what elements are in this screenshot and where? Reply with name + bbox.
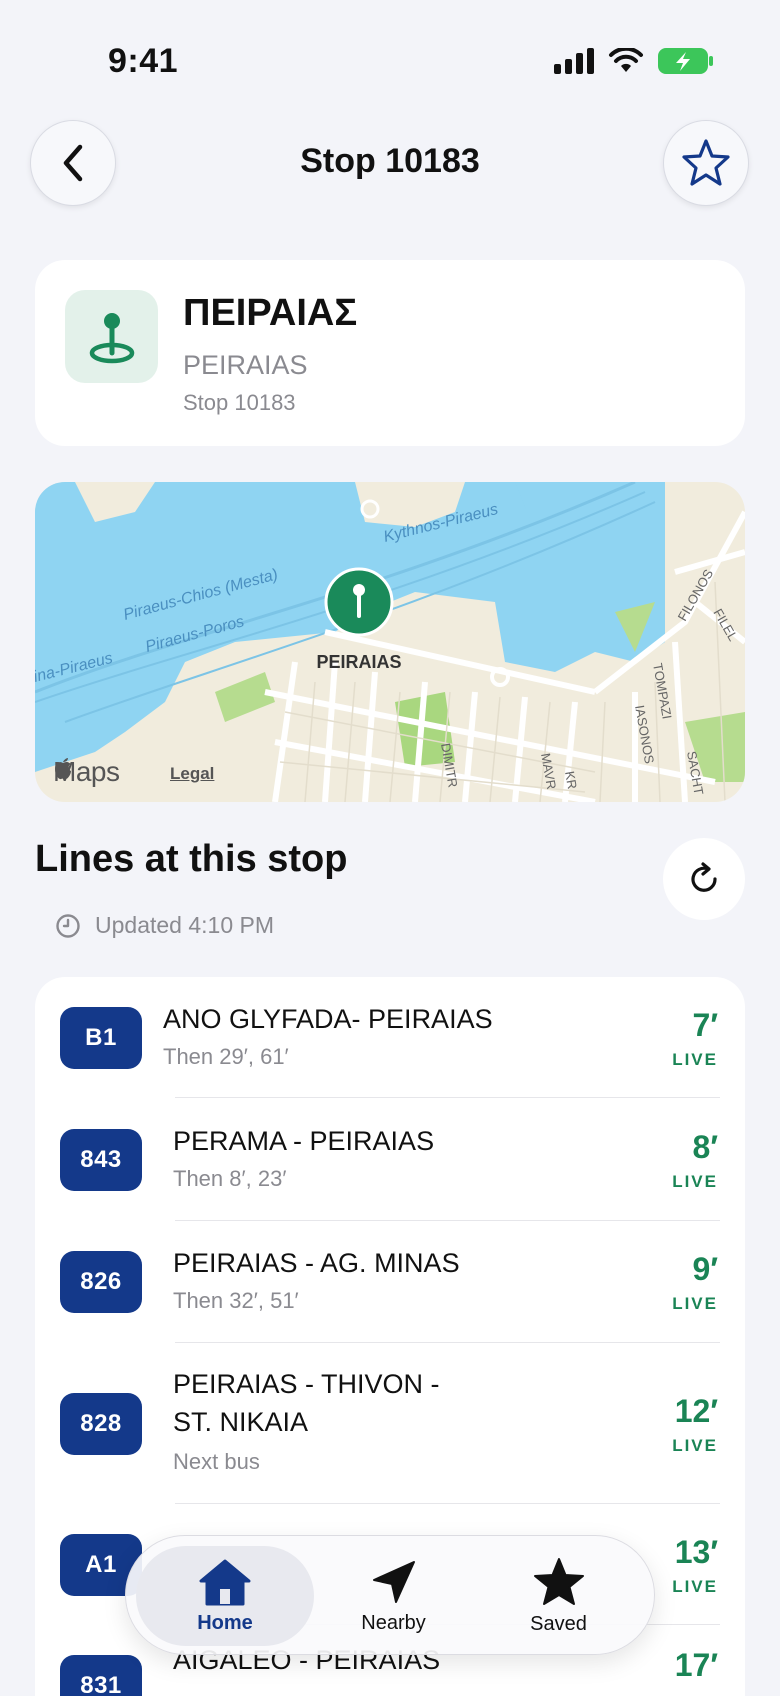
wifi-icon [609, 48, 643, 72]
status-bar: 9:41 [0, 0, 780, 120]
stop-info-card: ΠΕΙΡΑΙΑΣ PEIRAIAS Stop 10183 [35, 260, 745, 446]
live-badge: LIVE [672, 1050, 718, 1069]
stop-detail-screen: 9:41 Stop 10183 ΠΕΙΡΑΙΑΣ PEIRAIAS Stop 1… [0, 0, 780, 1696]
map-label-pin: PEIRAIAS [316, 652, 401, 672]
live-badge: LIVE [672, 1172, 718, 1191]
live-badge: LIVE [672, 1436, 718, 1455]
tab-saved-label: Saved [530, 1612, 587, 1635]
line-name: PEIRAIAS - AG. MINAS [173, 1248, 460, 1278]
line-eta: 9′ [692, 1251, 718, 1287]
maps-logo: Maps [53, 756, 120, 788]
favorite-button[interactable] [663, 120, 749, 206]
live-badge: LIVE [672, 1577, 718, 1596]
line-next-times: Then 32′, 51′ [173, 1288, 299, 1313]
clock-icon [56, 913, 80, 938]
line-name-line2: ST. NIKAIA [173, 1407, 309, 1437]
star-icon [533, 1557, 584, 1605]
line-name: PERAMA - PEIRAIAS [173, 1126, 435, 1156]
tab-bar: Home Nearby Saved [125, 1535, 655, 1655]
line-row-843[interactable]: 843 PERAMA - PEIRAIAS Then 8′, 23′ 8′ LI… [35, 1099, 745, 1219]
status-icons [554, 48, 714, 74]
battery-charging-icon [658, 48, 713, 74]
line-eta: 12′ [674, 1393, 718, 1429]
map-drawing: Kythnos-Piraeus Piraeus-Chios (Mesta) Pi… [35, 482, 745, 802]
cellular-signal-icon [554, 48, 594, 74]
tab-home[interactable]: Home [136, 1546, 314, 1646]
line-row-828[interactable]: 828 PEIRAIAS - THIVON - ST. NIKAIA Next … [35, 1343, 745, 1503]
updated-text: Updated 4:10 PM [95, 912, 275, 938]
tab-nearby[interactable]: Nearby [311, 1546, 476, 1646]
stop-name-latin: PEIRAIAS [183, 350, 308, 380]
line-eta: 17′ [674, 1647, 718, 1683]
map-label-kr: KR [562, 770, 580, 790]
live-badge: LIVE [672, 1294, 718, 1313]
line-eta: 13′ [674, 1534, 718, 1570]
stop-code: Stop 10183 [183, 390, 296, 415]
tab-nearby-label: Nearby [361, 1611, 426, 1634]
tab-home-label: Home [197, 1611, 253, 1634]
stop-icon-box [65, 290, 158, 383]
location-arrow-icon [372, 1560, 415, 1603]
line-badge: B1 [60, 1007, 142, 1069]
line-name: ANO GLYFADA- PEIRAIAS [163, 1004, 493, 1034]
legal-link[interactable]: Legal [170, 764, 214, 784]
line-badge: 828 [60, 1393, 142, 1455]
refresh-button[interactable] [663, 838, 745, 920]
line-badge: 831 [60, 1655, 142, 1696]
line-name-line1: PEIRAIAS - THIVON - [173, 1369, 440, 1399]
row-divider [175, 1097, 720, 1098]
line-badge: 826 [60, 1251, 142, 1313]
status-time: 9:41 [108, 42, 179, 80]
tab-saved[interactable]: Saved [476, 1546, 641, 1646]
line-next-times: Then 8′, 23′ [173, 1166, 287, 1191]
line-next-times: Next bus [173, 1449, 260, 1474]
map-label-filel: FILEL [710, 606, 740, 644]
lines-section-title: Lines at this stop [35, 838, 348, 880]
stop-map[interactable]: Kythnos-Piraeus Piraeus-Chios (Mesta) Pi… [35, 482, 745, 802]
line-badge: 843 [60, 1129, 142, 1191]
line-row-b1[interactable]: B1 ANO GLYFADA- PEIRAIAS Then 29′, 61′ 7… [35, 977, 745, 1097]
home-icon [199, 1559, 251, 1605]
star-outline-icon [682, 139, 730, 186]
apple-logo-icon [55, 758, 71, 780]
map-pin-icon [89, 312, 134, 363]
map-label-tompazi: TOMPAZI [650, 662, 675, 720]
line-row-826[interactable]: 826 PEIRAIAS - AG. MINAS Then 32′, 51′ 9… [35, 1221, 745, 1341]
line-next-times: Then 29′, 61′ [163, 1044, 289, 1069]
line-eta: 7′ [692, 1007, 718, 1043]
updated-timestamp: Updated 4:10 PM [55, 912, 274, 939]
stop-name-greek: ΠΕΙΡΑΙΑΣ [183, 292, 358, 334]
refresh-icon [691, 862, 717, 892]
line-eta: 8′ [692, 1129, 718, 1165]
